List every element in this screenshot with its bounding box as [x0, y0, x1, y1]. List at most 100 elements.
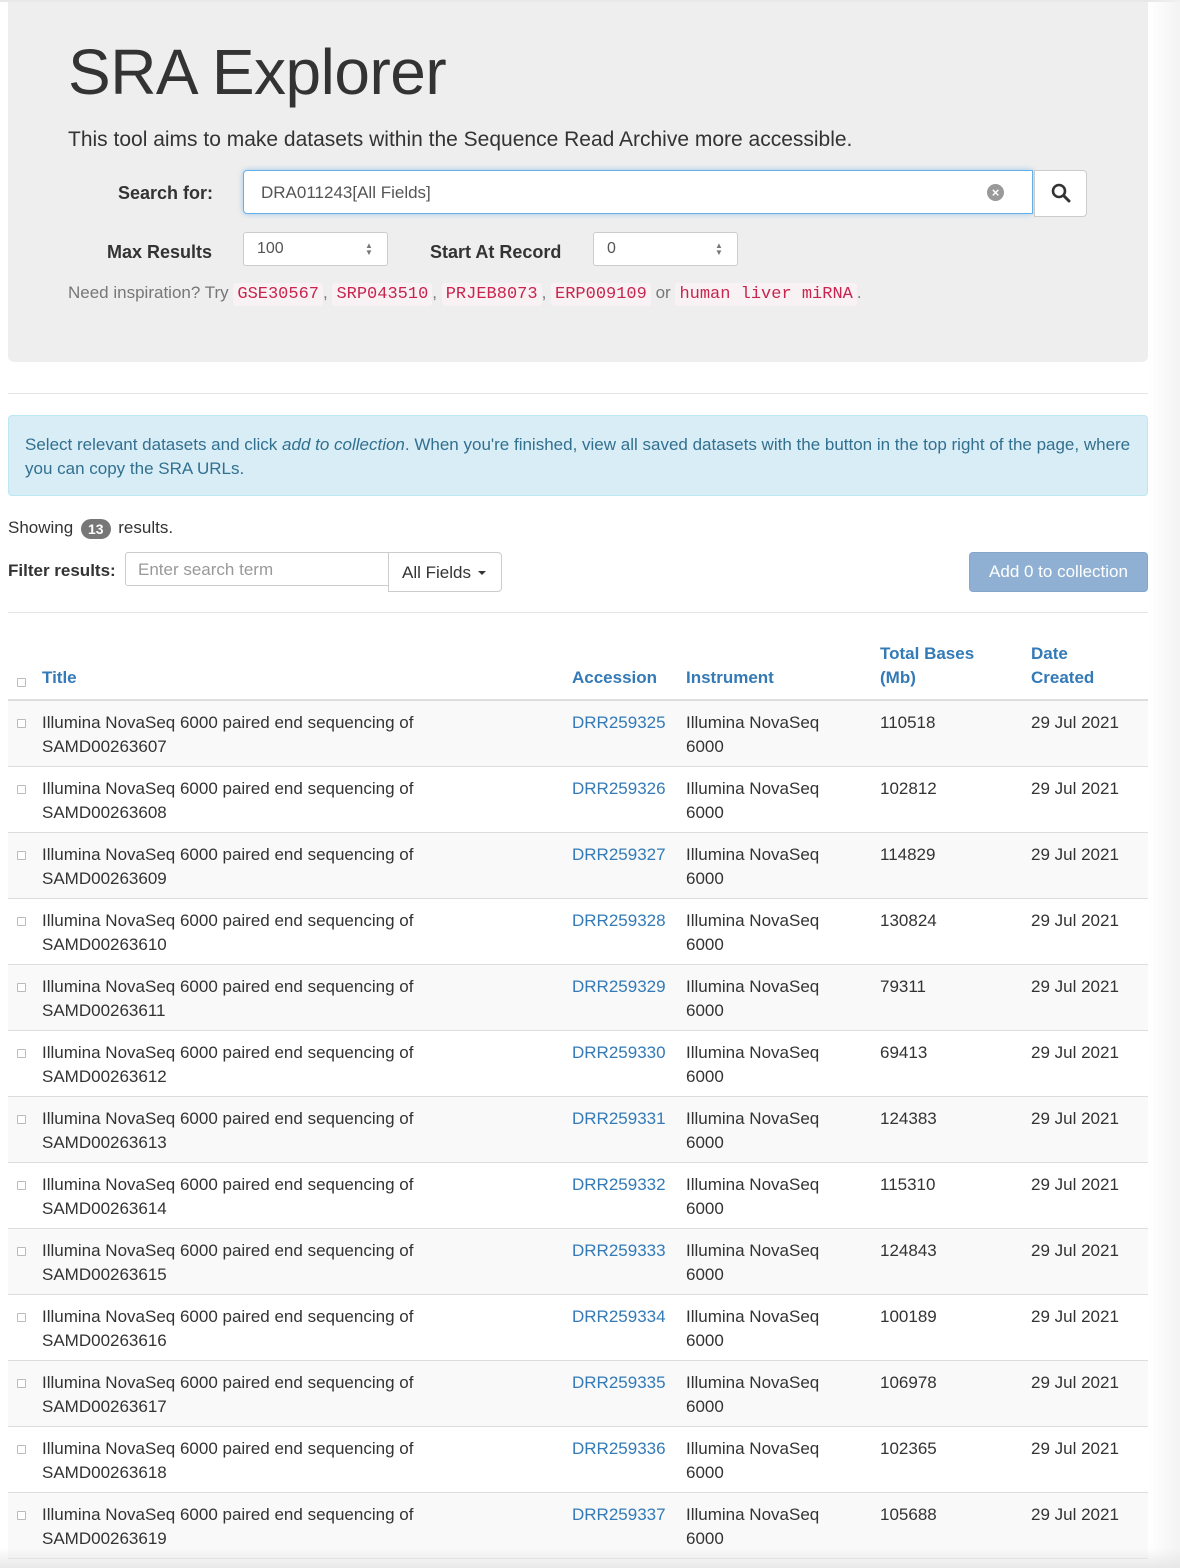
table-row[interactable]: Illumina NovaSeq 6000 paired end sequenc… — [8, 1163, 1148, 1229]
row-checkbox[interactable] — [17, 1313, 26, 1322]
row-title-line2: SAMD00263619 — [42, 1529, 167, 1548]
spinner-icon[interactable]: ▲ ▼ — [715, 242, 723, 257]
caret-down-icon — [477, 571, 486, 575]
row-title-line2: SAMD00263618 — [42, 1463, 167, 1482]
table-row[interactable]: Illumina NovaSeq 6000 paired end sequenc… — [8, 1097, 1148, 1163]
row-title: Illumina NovaSeq 6000 paired end sequenc… — [42, 1371, 413, 1419]
row-total-bases: 124383 — [880, 1109, 937, 1128]
or-text: or — [655, 283, 671, 302]
filter-input[interactable]: Enter search term — [125, 552, 389, 586]
row-checkbox[interactable] — [17, 1049, 26, 1058]
row-instrument: Illumina NovaSeq 6000 — [686, 1437, 819, 1485]
row-checkbox[interactable] — [17, 1511, 26, 1520]
header-panel: SRA Explorer This tool aims to make data… — [8, 2, 1148, 362]
page-title: SRA Explorer — [68, 36, 447, 108]
row-checkbox[interactable] — [17, 719, 26, 728]
row-checkbox[interactable] — [17, 1379, 26, 1388]
row-title: Illumina NovaSeq 6000 paired end sequenc… — [42, 909, 413, 957]
select-all-checkbox[interactable] — [17, 678, 26, 687]
search-input[interactable]: DRA011243[All Fields] × — [243, 170, 1033, 214]
table-row[interactable]: Illumina NovaSeq 6000 paired end sequenc… — [8, 1361, 1148, 1427]
row-instrument: Illumina NovaSeq 6000 — [686, 777, 819, 825]
example-link[interactable]: GSE30567 — [233, 283, 323, 306]
search-value: DRA011243[All Fields] — [261, 183, 431, 202]
max-results-value: 100 — [257, 240, 284, 257]
row-checkbox[interactable] — [17, 1247, 26, 1256]
table-row[interactable]: Illumina NovaSeq 6000 paired end sequenc… — [8, 899, 1148, 965]
row-checkbox[interactable] — [17, 851, 26, 860]
table-row[interactable]: Illumina NovaSeq 6000 paired end sequenc… — [8, 1031, 1148, 1097]
row-instrument: Illumina NovaSeq 6000 — [686, 909, 819, 957]
start-record-input[interactable]: 0 ▲ ▼ — [593, 232, 738, 266]
row-accession-link[interactable]: DRR259328 — [572, 909, 666, 933]
col-total-bases[interactable]: Total Bases (Mb) — [880, 642, 974, 690]
table-row[interactable]: Illumina NovaSeq 6000 paired end sequenc… — [8, 1229, 1148, 1295]
example-link[interactable]: PRJEB8073 — [441, 283, 542, 306]
row-accession-link[interactable]: DRR259325 — [572, 711, 666, 735]
count-badge: 13 — [80, 519, 111, 539]
end-text: . — [856, 283, 862, 302]
table-row[interactable]: Illumina NovaSeq 6000 paired end sequenc… — [8, 767, 1148, 833]
fields-dropdown[interactable]: All Fields — [388, 552, 502, 592]
row-title-line1: Illumina NovaSeq 6000 paired end sequenc… — [42, 1505, 414, 1524]
row-accession-link[interactable]: DRR259332 — [572, 1173, 666, 1197]
col-instrument[interactable]: Instrument — [686, 666, 774, 690]
table-row[interactable]: Illumina NovaSeq 6000 paired end sequenc… — [8, 965, 1148, 1031]
info-alert: Select relevant datasets and click add t… — [8, 415, 1148, 496]
table-row[interactable]: Illumina NovaSeq 6000 paired end sequenc… — [8, 701, 1148, 767]
row-accession-link[interactable]: DRR259330 — [572, 1041, 666, 1065]
row-checkbox[interactable] — [17, 785, 26, 794]
row-checkbox[interactable] — [17, 1181, 26, 1190]
col-date-created[interactable]: Date Created — [1031, 642, 1094, 690]
col-accession[interactable]: Accession — [572, 666, 657, 690]
row-title-line1: Illumina NovaSeq 6000 paired end sequenc… — [42, 713, 414, 732]
row-checkbox[interactable] — [17, 983, 26, 992]
start-record-value: 0 — [607, 240, 616, 257]
row-title: Illumina NovaSeq 6000 paired end sequenc… — [42, 975, 413, 1023]
example-link[interactable]: SRP043510 — [332, 283, 433, 306]
row-checkbox[interactable] — [17, 1445, 26, 1454]
page-description: This tool aims to make datasets within t… — [68, 128, 853, 151]
row-instrument-line2: 6000 — [686, 803, 724, 822]
row-title-line1: Illumina NovaSeq 6000 paired end sequenc… — [42, 1175, 414, 1194]
row-total-bases: 124843 — [880, 1241, 937, 1260]
table-row[interactable]: Illumina NovaSeq 6000 paired end sequenc… — [8, 833, 1148, 899]
row-accession-link[interactable]: DRR259334 — [572, 1305, 666, 1329]
search-button[interactable] — [1034, 170, 1087, 217]
clear-search-icon[interactable]: × — [987, 184, 1004, 201]
divider — [8, 612, 1148, 613]
table-row[interactable]: Illumina NovaSeq 6000 paired end sequenc… — [8, 1427, 1148, 1493]
row-title-line1: Illumina NovaSeq 6000 paired end sequenc… — [42, 845, 414, 864]
row-title: Illumina NovaSeq 6000 paired end sequenc… — [42, 1239, 413, 1287]
row-title-line1: Illumina NovaSeq 6000 paired end sequenc… — [42, 911, 414, 930]
add-to-collection-button[interactable]: Add 0 to collection — [969, 552, 1148, 592]
row-title: Illumina NovaSeq 6000 paired end sequenc… — [42, 1041, 413, 1089]
row-accession-link[interactable]: DRR259337 — [572, 1503, 666, 1527]
row-accession-link[interactable]: DRR259331 — [572, 1107, 666, 1131]
row-accession-link[interactable]: DRR259336 — [572, 1437, 666, 1461]
row-instrument: Illumina NovaSeq 6000 — [686, 1107, 819, 1155]
row-accession-link[interactable]: DRR259327 — [572, 843, 666, 867]
row-checkbox[interactable] — [17, 1115, 26, 1124]
row-accession-link[interactable]: DRR259333 — [572, 1239, 666, 1263]
row-instrument-line1: Illumina NovaSeq — [686, 1175, 820, 1194]
row-total-bases: 100189 — [880, 1307, 937, 1326]
table-row[interactable]: Illumina NovaSeq 6000 paired end sequenc… — [8, 1295, 1148, 1361]
row-accession-link[interactable]: DRR259329 — [572, 975, 666, 999]
row-instrument-line2: 6000 — [686, 1001, 724, 1020]
search-label: Search for: — [118, 183, 214, 203]
row-accession-link[interactable]: DRR259326 — [572, 777, 666, 801]
example-link[interactable]: human liver miRNA — [675, 283, 857, 306]
row-instrument-line2: 6000 — [686, 1331, 724, 1350]
row-total-bases: 69413 — [880, 1043, 928, 1062]
row-instrument-line1: Illumina NovaSeq — [686, 911, 820, 930]
row-date: 29 Jul 2021 — [1031, 1043, 1119, 1062]
row-checkbox[interactable] — [17, 917, 26, 926]
spinner-icon[interactable]: ▲ ▼ — [365, 242, 373, 257]
row-accession-link[interactable]: DRR259335 — [572, 1371, 666, 1395]
row-instrument-line2: 6000 — [686, 1199, 724, 1218]
example-link[interactable]: ERP009109 — [551, 283, 651, 306]
max-results-input[interactable]: 100 ▲ ▼ — [243, 232, 388, 266]
col-title[interactable]: Title — [42, 666, 77, 690]
row-instrument-line2: 6000 — [686, 1265, 724, 1284]
